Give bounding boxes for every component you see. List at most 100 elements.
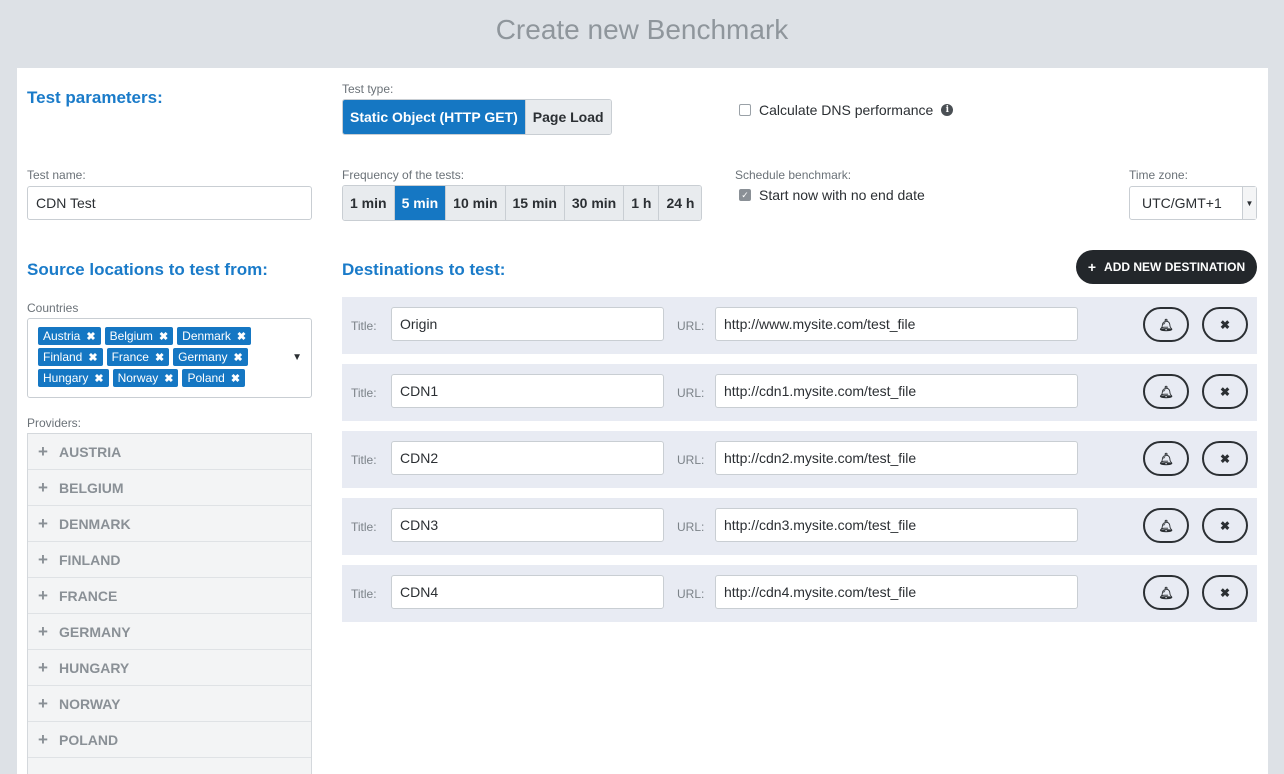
frequency-1-h[interactable]: 1 h <box>624 186 660 220</box>
close-icon[interactable]: ✖ <box>86 330 95 343</box>
close-icon[interactable]: ✖ <box>237 330 246 343</box>
destination-row: Title: URL: 🔔︎ ✖ <box>342 565 1257 622</box>
title-label: Title: <box>351 319 377 333</box>
url-label: URL: <box>677 587 705 601</box>
provider-label: GERMANY <box>59 623 131 640</box>
countries-multiselect[interactable]: Austria ✖ Belgium ✖ Denmark ✖ Finland ✖ Fran… <box>27 318 312 398</box>
timezone-value: UTC/GMT+1 <box>1142 195 1222 211</box>
bell-icon[interactable]: 🔔︎ <box>1143 307 1189 342</box>
frequency-24-h[interactable]: 24 h <box>659 186 702 220</box>
url-label: URL: <box>677 520 705 534</box>
dns-performance-checkbox[interactable] <box>739 104 751 116</box>
plus-icon: + <box>38 621 48 641</box>
provider-item-hungary[interactable]: + HUNGARY <box>28 650 311 686</box>
country-tag-label: Austria <box>43 329 81 343</box>
timezone-select[interactable]: UTC/GMT+1 ▼ <box>1129 186 1257 220</box>
chevron-down-icon[interactable]: ▼ <box>292 352 302 363</box>
frequency-10-min[interactable]: 10 min <box>446 186 506 220</box>
destination-title-input[interactable] <box>391 307 664 341</box>
provider-item-belgium[interactable]: + BELGIUM <box>28 470 311 506</box>
close-icon[interactable]: ✖ <box>164 372 173 385</box>
add-new-destination-label: ADD NEW DESTINATION <box>1104 260 1246 274</box>
plus-icon: + <box>38 513 48 533</box>
close-icon[interactable]: ✖ <box>159 330 168 343</box>
country-tag-belgium: Belgium ✖ <box>104 327 174 345</box>
close-icon[interactable]: ✖ <box>88 351 97 364</box>
schedule-checkbox[interactable]: ✓ <box>739 189 751 201</box>
country-tag-austria: Austria ✖ <box>38 327 101 345</box>
destination-url-input[interactable] <box>715 307 1078 341</box>
close-icon[interactable]: ✖ <box>234 351 243 364</box>
destination-title-input[interactable] <box>391 374 664 408</box>
country-tag-label: Hungary <box>43 371 89 385</box>
plus-icon: + <box>38 693 48 713</box>
test-name-input[interactable] <box>27 186 312 220</box>
source-locations-heading: Source locations to test from: <box>27 260 268 279</box>
provider-item-germany[interactable]: + GERMANY <box>28 614 311 650</box>
add-new-destination-button[interactable]: + ADD NEW DESTINATION <box>1076 250 1257 284</box>
benchmark-form-card: Test parameters: Test type: Static Objec… <box>17 68 1268 774</box>
country-tag-label: Denmark <box>182 329 231 343</box>
provider-label: FINLAND <box>59 551 121 568</box>
provider-label: HUNGARY <box>59 659 130 676</box>
frequency-1-min[interactable]: 1 min <box>343 186 395 220</box>
destination-title-input[interactable] <box>391 508 664 542</box>
frequency-5-min[interactable]: 5 min <box>394 186 447 220</box>
provider-item-france[interactable]: + FRANCE <box>28 578 311 614</box>
country-tag-label: Norway <box>117 371 159 385</box>
destination-url-input[interactable] <box>715 374 1078 408</box>
close-icon[interactable]: ✖ <box>1202 508 1248 543</box>
plus-icon: + <box>38 441 48 461</box>
frequency-30-min[interactable]: 30 min <box>564 186 625 220</box>
country-tags: Austria ✖ Belgium ✖ Denmark ✖ Finland ✖ Fran… <box>38 327 268 387</box>
test-type-label: Test type: <box>342 82 394 96</box>
plus-icon: + <box>38 549 48 569</box>
bell-icon[interactable]: 🔔︎ <box>1143 374 1189 409</box>
close-icon[interactable]: ✖ <box>1202 575 1248 610</box>
info-icon[interactable]: i <box>941 104 954 116</box>
close-icon[interactable]: ✖ <box>1202 441 1248 476</box>
destination-url-input[interactable] <box>715 508 1078 542</box>
destination-row: Title: URL: 🔔︎ ✖ <box>342 431 1257 488</box>
test-type-static-object[interactable]: Static Object (HTTP GET) <box>343 100 526 134</box>
provider-item-finland[interactable]: + FINLAND <box>28 542 311 578</box>
destination-url-input[interactable] <box>715 575 1078 609</box>
provider-item-poland[interactable]: + POLAND <box>28 722 311 758</box>
destination-row: Title: URL: 🔔︎ ✖ <box>342 498 1257 555</box>
country-tag-denmark: Denmark ✖ <box>177 327 252 345</box>
plus-icon: + <box>1087 259 1097 275</box>
provider-item-norway[interactable]: + NORWAY <box>28 686 311 722</box>
provider-label: BELGIUM <box>59 479 124 496</box>
test-type-page-load[interactable]: Page Load <box>525 100 611 134</box>
schedule-row: ✓ Start now with no end date <box>739 187 925 203</box>
country-tag-norway: Norway ✖ <box>112 369 179 387</box>
providers-list: + AUSTRIA + BELGIUM + DENMARK + FINLAND + FRA… <box>27 433 312 774</box>
close-icon[interactable]: ✖ <box>231 372 240 385</box>
timezone-label: Time zone: <box>1129 168 1188 182</box>
destination-row: Title: URL: 🔔︎ ✖ <box>342 364 1257 421</box>
title-label: Title: <box>351 520 377 534</box>
provider-item-austria[interactable]: + AUSTRIA <box>28 434 311 470</box>
bell-icon[interactable]: 🔔︎ <box>1143 508 1189 543</box>
title-label: Title: <box>351 386 377 400</box>
provider-label: DENMARK <box>59 515 131 532</box>
close-icon[interactable]: ✖ <box>1202 307 1248 342</box>
destination-title-input[interactable] <box>391 441 664 475</box>
frequency-15-min[interactable]: 15 min <box>505 186 565 220</box>
country-tag-finland: Finland ✖ <box>38 348 103 366</box>
bell-icon[interactable]: 🔔︎ <box>1143 441 1189 476</box>
country-tag-label: France <box>111 350 149 364</box>
frequency-group: 1 min 5 min 10 min 15 min 30 min 1 h 24 … <box>342 185 703 221</box>
destination-title-input[interactable] <box>391 575 664 609</box>
provider-label: NORWAY <box>59 695 121 712</box>
close-icon[interactable]: ✖ <box>1202 374 1248 409</box>
close-icon[interactable]: ✖ <box>155 351 164 364</box>
bell-icon[interactable]: 🔔︎ <box>1143 575 1189 610</box>
providers-label: Providers: <box>27 416 82 430</box>
destination-url-input[interactable] <box>715 441 1078 475</box>
provider-item-denmark[interactable]: + DENMARK <box>28 506 311 542</box>
test-type-group: Static Object (HTTP GET) Page Load <box>342 99 612 135</box>
country-tag-germany: Germany ✖ <box>173 348 248 366</box>
country-tag-hungary: Hungary ✖ <box>38 369 109 387</box>
close-icon[interactable]: ✖ <box>94 372 103 385</box>
